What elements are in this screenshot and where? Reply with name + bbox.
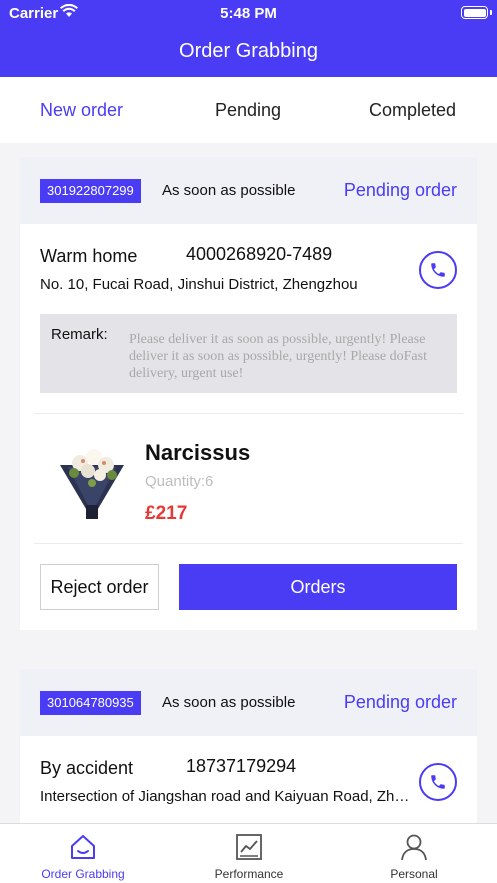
order-number-badge: 301922807299 [40, 179, 141, 203]
customer-phone: 4000268920-7489 [186, 244, 333, 264]
call-button[interactable] [419, 251, 457, 289]
remark-text: Please deliver it as soon as possible, u… [129, 332, 427, 381]
customer-name: By accident [40, 758, 134, 778]
tab-new-order[interactable]: New order [40, 100, 123, 121]
divider [34, 413, 463, 414]
customer-phone: 18737179294 [186, 756, 297, 776]
order-card-header: 301064780935 As soon as possible Pending… [20, 669, 477, 736]
phone-icon [431, 263, 445, 277]
product-image [52, 443, 132, 523]
call-button[interactable] [419, 763, 457, 801]
chart-icon [236, 834, 262, 860]
accept-order-button[interactable]: Orders [179, 564, 457, 610]
nav-performance[interactable]: Performance [166, 824, 332, 883]
battery-icon [461, 6, 488, 19]
tab-pending[interactable]: Pending [215, 100, 281, 121]
product-quantity: Quantity:6 [145, 473, 214, 490]
person-icon [401, 834, 427, 861]
product-name: Narcissus [145, 440, 251, 465]
nav-label: Order Grabbing [41, 867, 125, 881]
delivery-time: As soon as possible [162, 182, 296, 199]
order-status: Pending order [343, 692, 457, 712]
divider [34, 543, 463, 544]
order-card: 301064780935 As soon as possible Pending… [20, 669, 477, 823]
order-tabs: New order Pending Completed [0, 77, 497, 143]
order-card-header: 301922807299 As soon as possible Pending… [20, 157, 477, 224]
customer-address: Intersection of Jiangshan road and Kaiyu… [40, 788, 410, 805]
order-card: 301922807299 As soon as possible Pending… [20, 157, 477, 630]
nav-personal[interactable]: Personal [331, 824, 497, 883]
status-bar: Carrier 5:48 PM [0, 0, 497, 26]
product-price: £217 [145, 503, 188, 524]
reject-order-button[interactable]: Reject order [40, 564, 159, 610]
phone-icon [431, 775, 445, 789]
battery-tip [490, 10, 492, 15]
order-status: Pending order [343, 180, 457, 200]
order-number-badge: 301064780935 [40, 691, 141, 715]
home-icon [71, 835, 95, 859]
delivery-time: As soon as possible [162, 694, 296, 711]
page-title: Order Grabbing [179, 40, 318, 62]
tab-completed[interactable]: Completed [369, 100, 456, 121]
clock: 5:48 PM [220, 5, 277, 22]
app-header: Carrier 5:48 PM Order Grabbing [0, 0, 497, 77]
customer-address: No. 10, Fucai Road, Jinshui District, Zh… [40, 276, 358, 293]
customer-name: Warm home [40, 246, 138, 266]
nav-order-grabbing[interactable]: Order Grabbing [0, 824, 166, 883]
bottom-tab-bar: Order Grabbing Performance Personal [0, 823, 497, 883]
remark-box: Remark: Please deliver it as soon as pos… [40, 314, 457, 393]
nav-label: Personal [390, 867, 438, 881]
nav-label: Performance [214, 867, 284, 881]
remark-label: Remark: [51, 326, 108, 343]
